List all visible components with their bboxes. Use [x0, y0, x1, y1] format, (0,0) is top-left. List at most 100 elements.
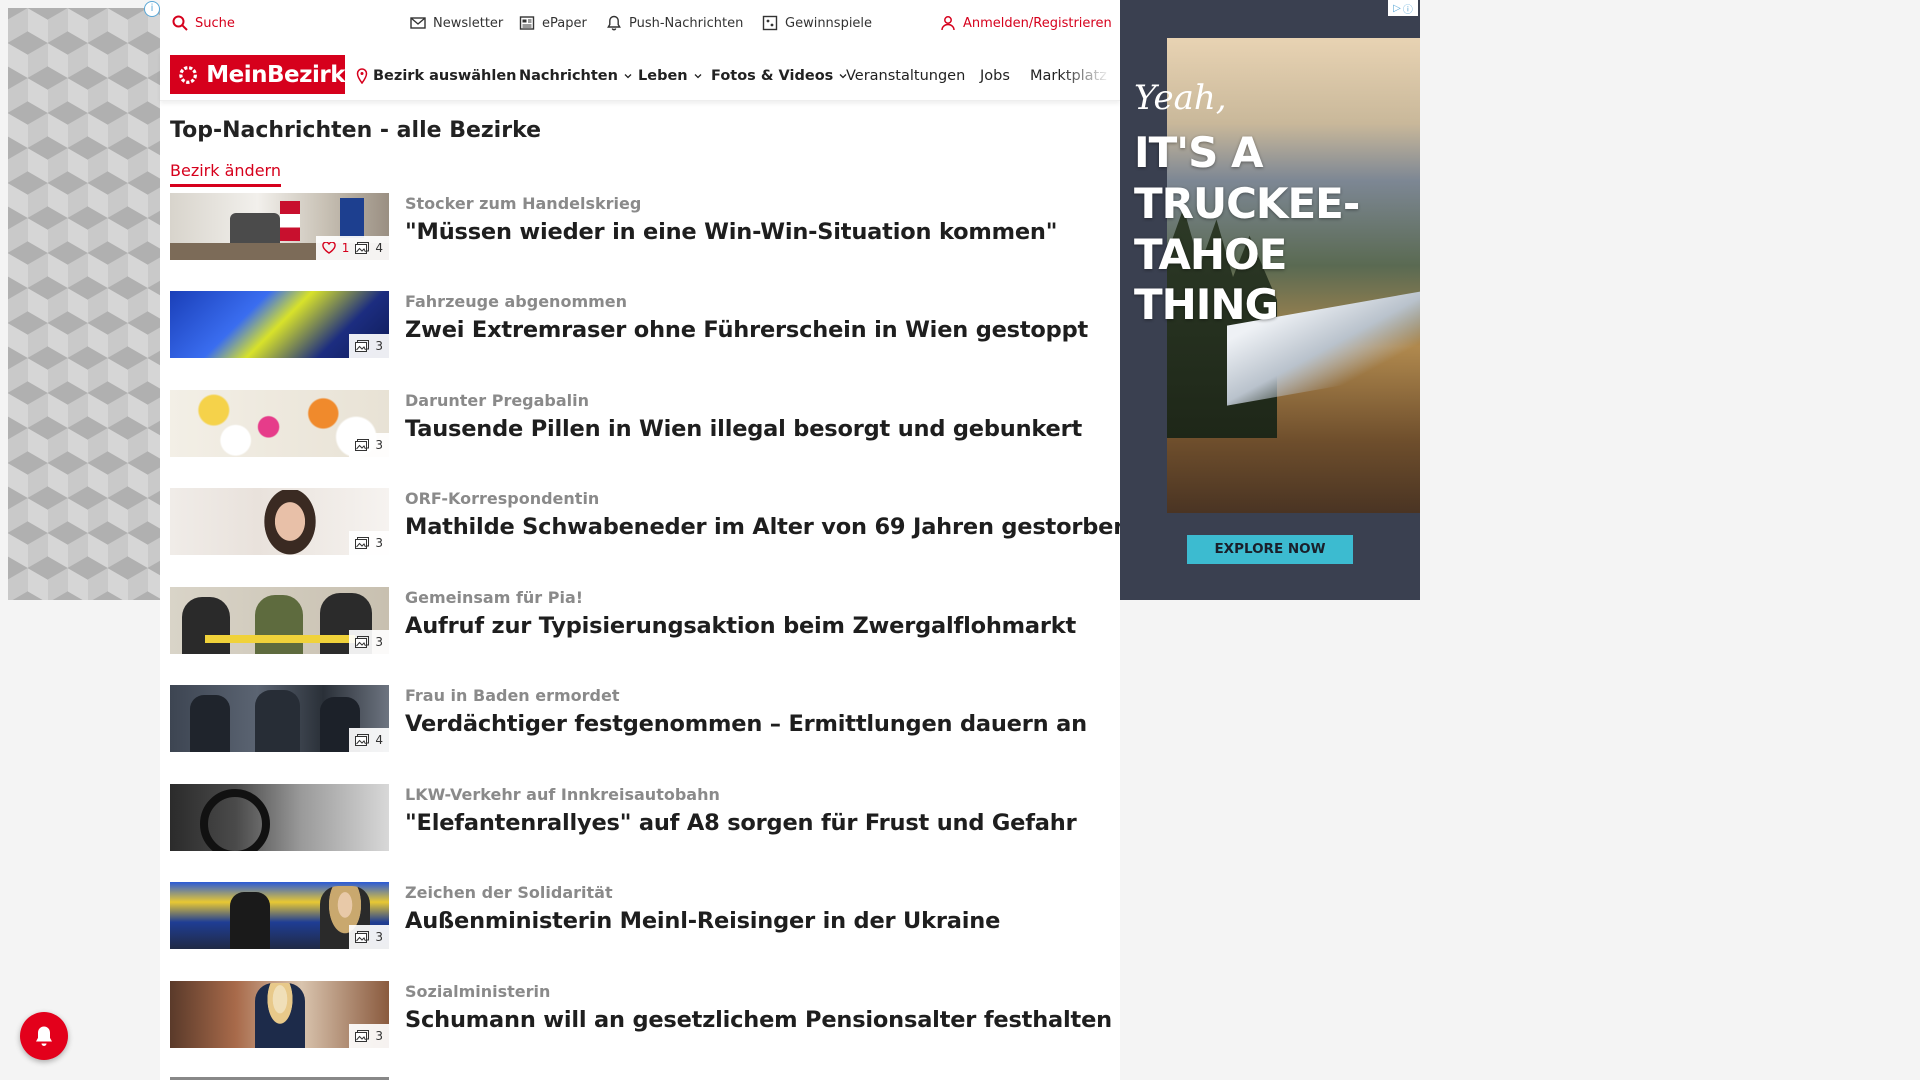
article-headline[interactable]: "Müssen wieder in eine Win-Win-Situation…	[405, 219, 1057, 245]
image-count: 3	[375, 339, 383, 353]
article-item[interactable]: 3 ORF-Korrespondentin Mathilde Schwabene…	[170, 488, 1129, 555]
main-nav: MeinBezirk Bezirk auswählen Nachrichten …	[160, 50, 1120, 101]
media-badge: 3	[349, 630, 389, 654]
article-kicker: Darunter Pregabalin	[405, 391, 590, 410]
newspaper-icon	[519, 16, 535, 30]
article-item[interactable]: 1 4 Stocker zum Handelskrieg "Müssen wie…	[170, 193, 1110, 260]
search-link[interactable]: Suche	[172, 14, 235, 32]
article-item[interactable]: 3 Fahrzeuge abgenommen Zwei Extremraser …	[170, 291, 1110, 358]
ad-headline-line: IT'S A	[1134, 128, 1264, 177]
newsletter-link[interactable]: Newsletter	[410, 14, 503, 32]
gallery-icon	[355, 537, 370, 549]
article-thumbnail[interactable]: 3	[170, 390, 389, 457]
heart-icon	[322, 242, 336, 254]
nav-item-veranstaltungen[interactable]: Veranstaltungen	[846, 66, 965, 86]
article-kicker: Fahrzeuge abgenommen	[405, 292, 628, 311]
article-item[interactable]: 4 Frau in Baden ermordet Verdächtiger fe…	[170, 685, 1110, 752]
epaper-label: ePaper	[542, 15, 587, 31]
search-label: Suche	[195, 15, 235, 31]
logo-text: MeinBezirk	[206, 61, 345, 88]
adchoices-triangle-icon: ▷	[1393, 2, 1401, 14]
chevron-down-icon	[624, 74, 632, 79]
article-thumbnail[interactable]	[170, 784, 389, 851]
article-item[interactable]: 3 Gemeinsam für Pia! Aufruf zur Typisier…	[170, 587, 1110, 654]
image-count: 3	[375, 635, 383, 649]
nav-scroll-fade	[1060, 50, 1120, 100]
gallery-icon	[355, 340, 370, 352]
left-skin-ad[interactable]	[8, 8, 160, 600]
user-icon	[941, 16, 955, 31]
article-thumbnail[interactable]: 3	[170, 587, 389, 654]
article-kicker: Zeichen der Solidarität	[405, 883, 613, 902]
login-label: Anmelden/Registrieren	[963, 15, 1112, 31]
article-headline[interactable]: Mathilde Schwabeneder im Alter von 69 Ja…	[405, 514, 1129, 540]
login-link[interactable]: Anmelden/Registrieren	[940, 14, 1112, 32]
image-count: 4	[375, 733, 383, 747]
nav-item-label: Jobs	[980, 68, 1010, 84]
push-label: Push-Nachrichten	[629, 15, 744, 31]
article-thumbnail[interactable]: 1 4	[170, 193, 389, 260]
article-headline[interactable]: Schumann will an gesetzlichem Pensionsal…	[405, 1007, 1112, 1033]
article-item[interactable]: 3 Darunter Pregabalin Tausende Pillen in…	[170, 390, 1110, 457]
article-kicker: Stocker zum Handelskrieg	[405, 194, 642, 213]
gallery-icon	[355, 636, 370, 648]
mail-icon	[410, 17, 426, 29]
top-utility-bar: Suche Newsletter ePaper Push-Nachrichten…	[160, 0, 1120, 46]
ad-script-text: Yeah,	[1134, 78, 1227, 118]
image-count: 4	[375, 241, 383, 255]
article-thumbnail[interactable]: 3	[170, 882, 389, 949]
gewinnspiele-label: Gewinnspiele	[785, 15, 873, 31]
page-title: Top-Nachrichten - alle Bezirke	[170, 118, 542, 143]
adchoices-icon[interactable]: ▷ ⓘ	[1388, 0, 1418, 16]
nav-item-jobs[interactable]: Jobs	[980, 66, 1010, 86]
bell-icon	[36, 1026, 52, 1046]
gallery-icon	[355, 734, 370, 746]
media-badge: 3	[349, 433, 389, 457]
media-badge: 3	[349, 925, 389, 949]
nav-item-leben[interactable]: Leben	[638, 66, 703, 86]
article-thumbnail[interactable]: 3	[170, 488, 389, 555]
adchoices-info-icon[interactable]: i	[144, 1, 160, 17]
nav-item-label: Fotos & Videos	[711, 68, 834, 84]
nav-item-label: Leben	[638, 68, 688, 84]
article-headline[interactable]: Verdächtiger festgenommen – Ermittlungen…	[405, 711, 1087, 737]
ad-headline-line: THING	[1134, 280, 1279, 329]
district-select[interactable]: Bezirk auswählen	[356, 66, 517, 86]
newsletter-label: Newsletter	[433, 15, 504, 31]
change-district-link[interactable]: Bezirk ändern	[170, 161, 281, 187]
gallery-icon	[355, 1030, 370, 1042]
right-banner-ad[interactable]: Yeah, IT'S A TRUCKEE- TAHOE THING EXPLOR…	[1120, 0, 1420, 600]
article-thumbnail[interactable]: 3	[170, 291, 389, 358]
article-item[interactable]: 3 Zeichen der Solidarität Außenministeri…	[170, 882, 1110, 949]
ad-explore-button[interactable]: EXPLORE NOW	[1187, 535, 1353, 564]
nav-item-label: Nachrichten	[519, 68, 618, 84]
main-column: Suche Newsletter ePaper Push-Nachrichten…	[160, 0, 1129, 1080]
ad-headline-line: TRUCKEE-	[1134, 179, 1360, 228]
article-headline[interactable]: Aufruf zur Typisierungsaktion beim Zwerg…	[405, 613, 1076, 639]
article-headline[interactable]: Tausende Pillen in Wien illegal besorgt …	[405, 416, 1082, 442]
logo[interactable]: MeinBezirk	[170, 55, 345, 94]
media-badge: 3	[349, 1024, 389, 1048]
article-headline[interactable]: "Elefantenrallyes" auf A8 sorgen für Fru…	[405, 810, 1077, 836]
gewinnspiele-link[interactable]: Gewinnspiele	[762, 14, 872, 32]
article-thumbnail[interactable]: 3	[170, 981, 389, 1048]
location-pin-icon	[356, 68, 368, 84]
article-thumbnail[interactable]: 4	[170, 685, 389, 752]
article-headline[interactable]: Zwei Extremraser ohne Führerschein in Wi…	[405, 317, 1088, 343]
notification-bell-button[interactable]	[20, 1012, 68, 1060]
article-kicker: ORF-Korrespondentin	[405, 489, 600, 508]
chevron-down-icon	[694, 74, 702, 79]
article-kicker: Gemeinsam für Pia!	[405, 588, 584, 607]
article-item[interactable]: LKW-Verkehr auf Innkreisautobahn "Elefan…	[170, 784, 1110, 851]
search-icon	[172, 15, 188, 31]
article-item[interactable]: 3 Sozialministerin Schumann will an gese…	[170, 981, 1112, 1048]
epaper-link[interactable]: ePaper	[519, 14, 587, 32]
article-kicker: Sozialministerin	[405, 982, 551, 1001]
media-badge: 1 4	[315, 236, 389, 260]
gallery-icon	[355, 931, 370, 943]
nav-item-fotos-videos[interactable]: Fotos & Videos	[711, 66, 848, 86]
prize-icon	[762, 15, 778, 31]
article-headline[interactable]: Außenministerin Meinl-Reisinger in der U…	[405, 908, 1000, 934]
push-notifications-link[interactable]: Push-Nachrichten	[606, 14, 743, 32]
nav-item-nachrichten[interactable]: Nachrichten	[519, 66, 633, 86]
